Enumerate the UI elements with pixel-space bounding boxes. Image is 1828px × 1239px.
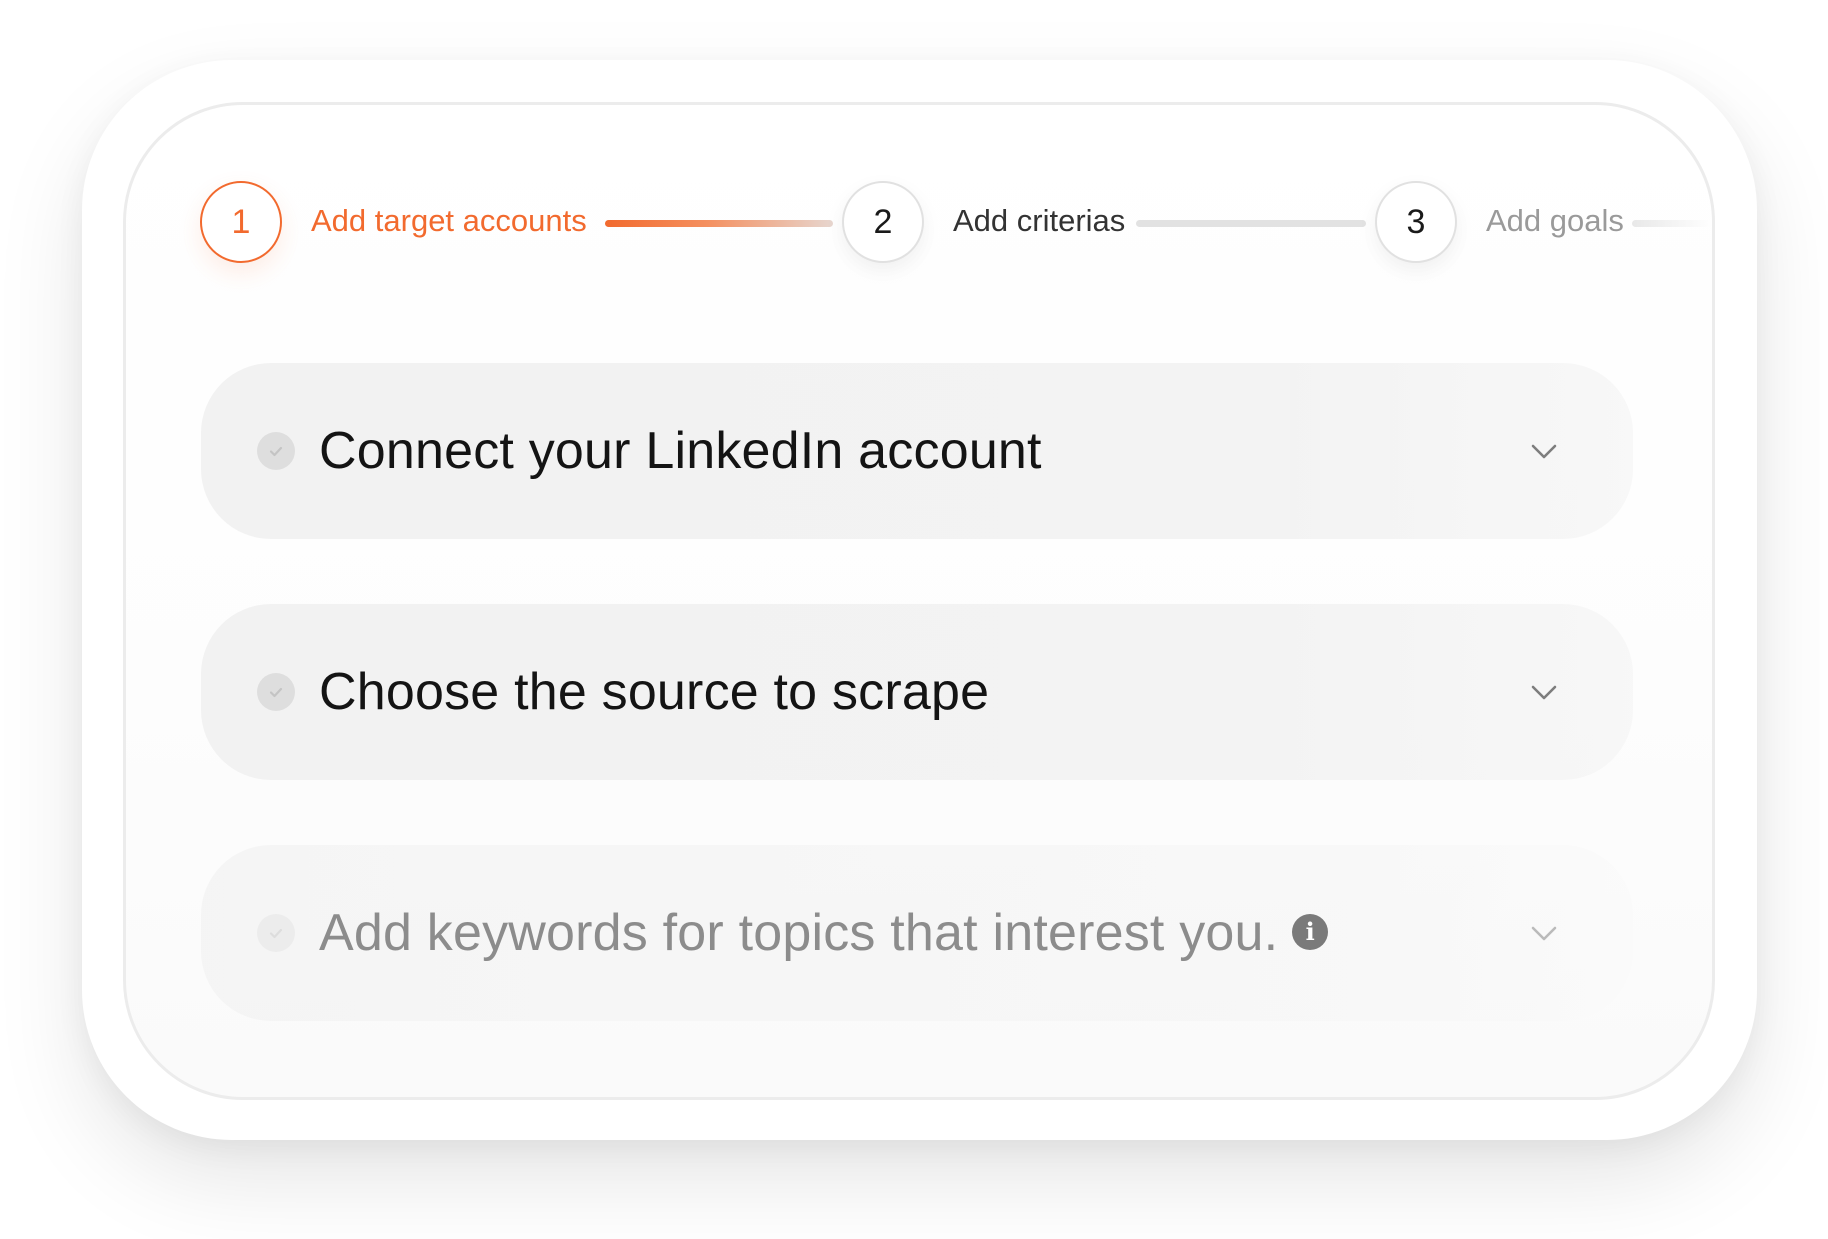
step-1-label[interactable]: Add target accounts [311,203,587,239]
accordion-item-connect-linkedin[interactable]: Connect your LinkedIn account [201,363,1633,539]
step-1-circle[interactable]: 1 [200,181,282,263]
step-3-number: 3 [1406,202,1426,241]
step-3-label[interactable]: Add goals [1486,203,1624,239]
chevron-down-icon[interactable] [1527,916,1561,950]
info-icon[interactable]: i [1292,913,1329,950]
check-icon [257,432,295,470]
check-icon [257,673,295,711]
step-2-circle[interactable]: 2 [842,181,924,263]
step-3-progress-line [1632,220,1712,227]
accordion-item-add-keywords[interactable]: Add keywords for topics that interest yo… [201,845,1633,1021]
step-2-label[interactable]: Add criterias [953,203,1125,239]
chevron-down-icon[interactable] [1527,675,1561,709]
accordion-item-title: Choose the source to scrape [319,663,990,721]
step-3-circle[interactable]: 3 [1375,181,1457,263]
accordion-item-title: Connect your LinkedIn account [319,422,1042,480]
chevron-down-icon[interactable] [1527,434,1561,468]
step-1-progress-line [605,220,833,227]
stepper: 1 Add target accounts 2 Add criterias 3 … [200,181,1715,267]
onboarding-illustration: 1 Add target accounts 2 Add criterias 3 … [0,0,1828,1239]
accordion-item-choose-source[interactable]: Choose the source to scrape [201,604,1633,780]
accordion-item-title-wrapper: Add keywords for topics that interest yo… [319,903,1329,963]
accordion-item-title: Add keywords for topics that interest yo… [319,904,1279,962]
step-1-number: 1 [231,202,251,241]
check-icon [257,914,295,952]
step-2-progress-line [1136,220,1366,227]
step-2-number: 2 [873,202,893,241]
